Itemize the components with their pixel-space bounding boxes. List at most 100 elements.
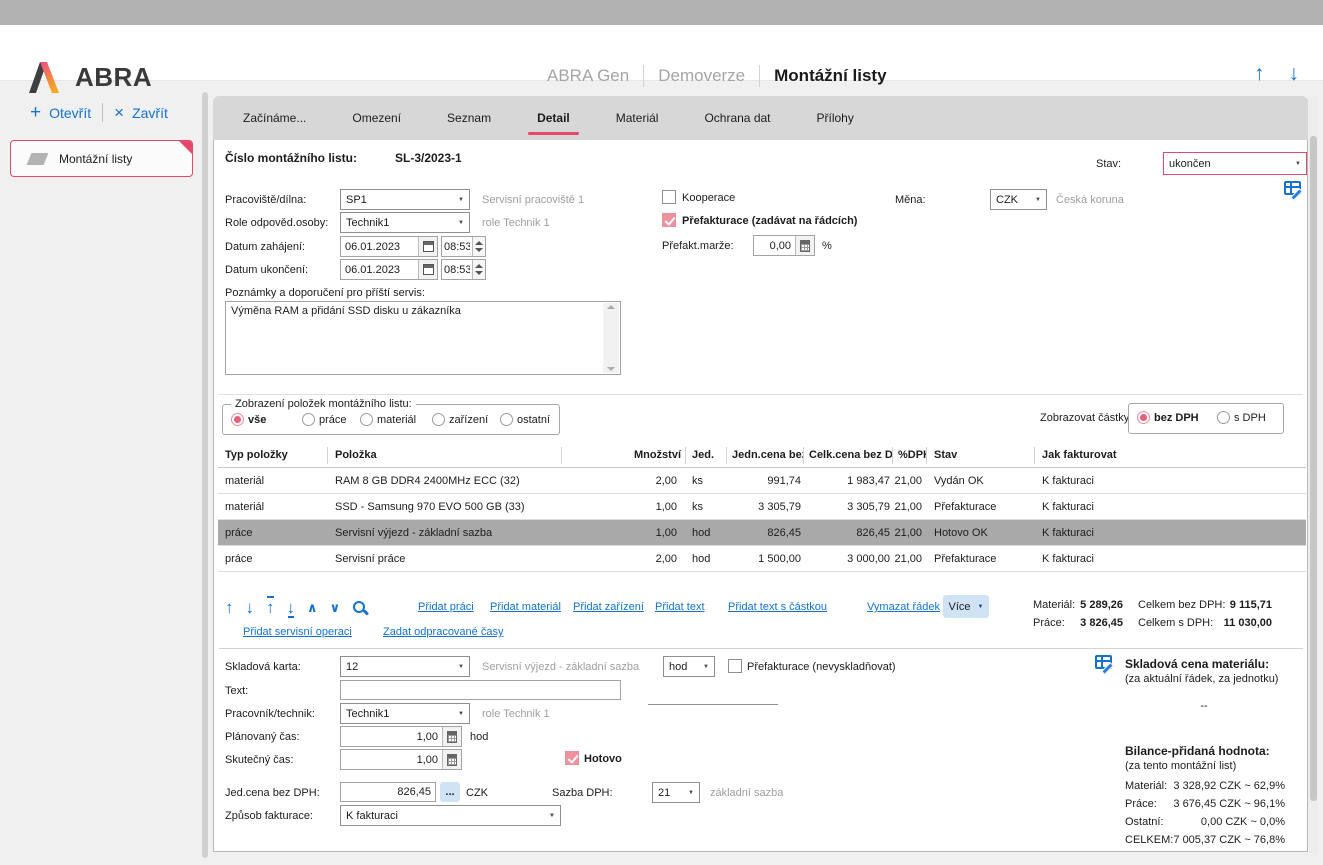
marze-input[interactable] [754, 236, 795, 255]
add-service-operation-link[interactable]: Přidat servisní operaci [243, 626, 352, 638]
zahajeni-time-input[interactable] [442, 237, 472, 256]
plan-field[interactable] [340, 726, 462, 747]
ukonceni-date-input[interactable] [341, 260, 418, 279]
radio-zarizeni[interactable]: zařízení [432, 413, 488, 426]
prefakturace-checkbox[interactable] [662, 213, 676, 227]
pracoviste-select[interactable]: SP1 [340, 189, 470, 210]
more-button-label: Více [949, 601, 971, 613]
marze-field[interactable] [753, 235, 815, 256]
radio-icon[interactable] [360, 413, 373, 426]
calculator-icon[interactable] [795, 236, 814, 255]
col-header[interactable]: Množství [562, 447, 686, 464]
add-material-link[interactable]: Přidat materiál [490, 601, 561, 613]
radio-bez-dph[interactable]: bez DPH [1137, 411, 1199, 424]
main-scrollbar[interactable] [1309, 96, 1318, 853]
ellipsis-button[interactable]: ... [440, 782, 460, 802]
mena-select[interactable]: CZK [990, 189, 1047, 210]
radio-prace[interactable]: práce [302, 413, 347, 426]
sazba-select[interactable]: 21 [652, 782, 700, 803]
unit-value: hod [669, 661, 697, 673]
calendar-icon[interactable] [418, 237, 437, 256]
skutecny-field[interactable] [340, 749, 462, 770]
amounts-label: Zobrazovat částky [1040, 412, 1129, 424]
add-text-link[interactable]: Přidat text [655, 601, 705, 613]
radio-vse[interactable]: vše [231, 413, 266, 426]
role-select[interactable]: Technik1 [340, 212, 470, 233]
move-last-icon[interactable]: ↓ [287, 599, 296, 616]
cena-input[interactable] [341, 783, 435, 801]
ukonceni-date-field[interactable] [340, 259, 438, 280]
zahajeni-time-field[interactable] [441, 236, 486, 257]
zahajeni-date-input[interactable] [341, 237, 418, 256]
balance-subtitle: (za tento montážní list) [1125, 760, 1236, 772]
ukonceni-time-field[interactable] [441, 259, 486, 280]
table-row[interactable]: materiálRAM 8 GB DDR4 2400MHz ECC (32)2,… [218, 468, 1306, 494]
table-row[interactable]: práceServisní práce2,00hod1 500,003 000,… [218, 546, 1306, 572]
move-down-icon[interactable]: ↓ [246, 599, 255, 616]
pracoviste-hint: Servisní pracoviště 1 [482, 194, 584, 206]
scroll-up-icon[interactable] [607, 305, 615, 309]
col-header[interactable]: Celk.cena bez DPH [804, 447, 893, 464]
skladova-select[interactable]: 12 [340, 656, 470, 677]
ukonceni-time-input[interactable] [442, 260, 472, 279]
radio-icon[interactable] [231, 413, 244, 426]
radio-icon[interactable] [1217, 411, 1230, 424]
radio-icon[interactable] [500, 413, 513, 426]
table-edit-icon[interactable] [1284, 181, 1301, 195]
total-incl-vat-value: 11 030,00 [1202, 617, 1272, 629]
prefakturace2-checkbox[interactable] [728, 659, 742, 673]
zahajeni-date-field[interactable] [340, 236, 438, 257]
move-first-icon[interactable]: ↑ [266, 599, 275, 616]
collapse-icon[interactable]: ∧ [307, 601, 318, 614]
radio-material[interactable]: materiál [360, 413, 416, 426]
add-device-link[interactable]: Přidat zařízení [573, 601, 644, 613]
skutecny-input[interactable] [341, 750, 442, 769]
time-spinner[interactable] [472, 260, 485, 279]
col-header[interactable]: %DPH [893, 447, 927, 464]
unit-select[interactable]: hod [663, 656, 715, 677]
radio-ostatni[interactable]: ostatní [500, 413, 550, 426]
poznamky-textarea[interactable]: Výměna RAM a přidání SSD disku u zákazní… [225, 301, 621, 375]
filter-legend: Zobrazení položek montážního listu: [231, 398, 416, 410]
add-work-link[interactable]: Přidat práci [418, 601, 474, 613]
col-header[interactable]: Stav [927, 447, 1035, 464]
table-row[interactable]: materiálSSD - Samsung 970 EVO 500 GB (33… [218, 494, 1306, 520]
skladova-label: Skladová karta: [225, 661, 301, 673]
cena-field[interactable] [340, 782, 436, 802]
delete-row-link[interactable]: Vymazat řádek [867, 601, 940, 613]
calendar-icon[interactable] [418, 260, 437, 279]
kooperace-checkbox[interactable] [662, 190, 676, 204]
expand-icon[interactable]: ∨ [330, 601, 341, 614]
more-button[interactable]: Více ▼ [943, 595, 989, 618]
col-header[interactable]: Jed. [686, 447, 727, 464]
col-header[interactable]: Položka [328, 447, 562, 464]
hotovo-checkbox[interactable] [565, 751, 579, 765]
add-text-amount-link[interactable]: Přidat text s částkou [728, 601, 827, 613]
col-header[interactable]: Typ položky [218, 447, 328, 464]
search-icon[interactable] [352, 600, 368, 616]
calculator-icon[interactable] [442, 750, 461, 769]
text-field[interactable] [340, 680, 621, 700]
time-spinner[interactable] [472, 237, 485, 256]
scrollbar-thumb[interactable] [1310, 136, 1317, 801]
table-header-row: Typ položky Položka Množství Jed. Jedn.c… [218, 443, 1306, 468]
radio-icon[interactable] [1137, 411, 1150, 424]
col-header[interactable]: Jak fakturovat [1035, 447, 1306, 464]
pracovnik-select[interactable]: Technik1 [340, 703, 470, 724]
total-work-value: 3 826,45 [1055, 617, 1123, 629]
text-input[interactable] [341, 681, 620, 699]
textarea-scrollbar[interactable] [603, 303, 619, 373]
calculator-icon[interactable] [442, 727, 461, 746]
table-row-selected[interactable]: práceServisní výjezd - základní sazba1,0… [218, 520, 1306, 546]
enter-worked-time-link[interactable]: Zadat odpracované časy [383, 626, 503, 638]
col-header[interactable]: Jedn.cena bez ... [727, 447, 804, 464]
scroll-down-icon[interactable] [607, 367, 615, 371]
radio-icon[interactable] [432, 413, 445, 426]
radio-s-dph[interactable]: s DPH [1217, 411, 1266, 424]
table-edit-icon[interactable] [1095, 655, 1112, 669]
plan-input[interactable] [341, 727, 442, 746]
stav-select[interactable]: ukončen [1163, 152, 1307, 175]
move-up-icon[interactable]: ↑ [225, 599, 234, 616]
radio-icon[interactable] [302, 413, 315, 426]
zpusob-select[interactable]: K fakturaci [340, 805, 561, 826]
